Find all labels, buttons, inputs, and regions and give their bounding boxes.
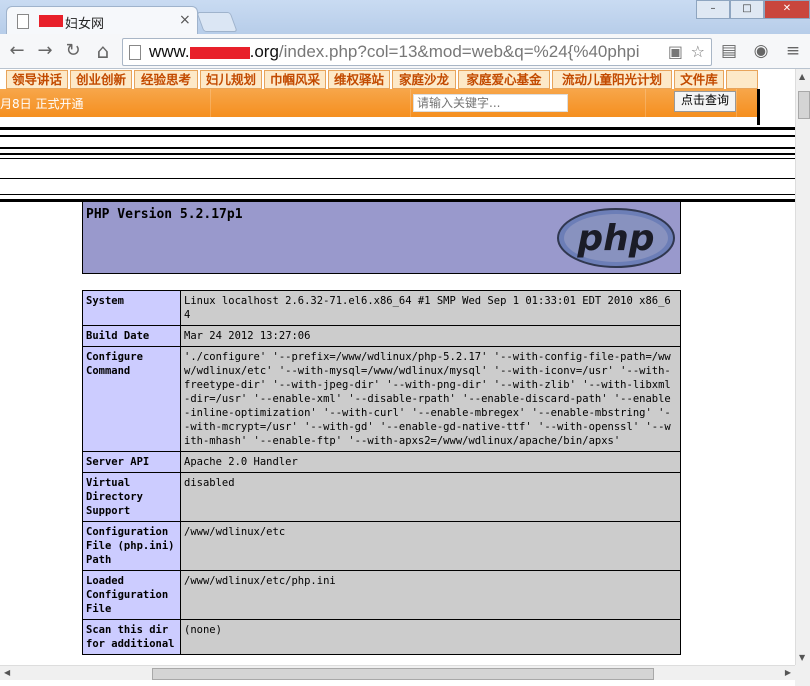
nav-item[interactable]: 家庭沙龙 bbox=[392, 70, 456, 89]
page-icon bbox=[129, 45, 141, 60]
table-row: Build Date Mar 24 2012 13:27:06 bbox=[82, 325, 681, 347]
divider bbox=[0, 127, 795, 130]
extension-icon[interactable]: ▤ bbox=[718, 40, 740, 62]
setting-value: disabled bbox=[180, 472, 681, 522]
nav-item[interactable]: 家庭爱心基金 bbox=[458, 70, 550, 89]
nav-item[interactable]: 妇儿规划 bbox=[200, 70, 262, 89]
setting-name: System bbox=[82, 290, 181, 326]
setting-value: /www/wdlinux/etc bbox=[180, 521, 681, 571]
browser-toolbar: ← → ↻ ⌂ www. .org/index.php?col=13&mod=we… bbox=[0, 34, 810, 69]
divider bbox=[0, 153, 795, 155]
phpinfo-header: PHP Version 5.2.17p1 php bbox=[82, 201, 681, 274]
nav-item[interactable]: 创业创新 bbox=[70, 70, 132, 89]
nav-item[interactable]: 巾帼风采 bbox=[264, 70, 326, 89]
divider bbox=[0, 135, 795, 137]
setting-name: Configure Command bbox=[82, 346, 181, 452]
php-logo[interactable]: php bbox=[556, 208, 676, 268]
forward-icon[interactable]: → bbox=[34, 40, 56, 62]
setting-value: './configure' '--prefix=/www/wdlinux/php… bbox=[180, 346, 681, 452]
setting-value: Apache 2.0 Handler bbox=[180, 451, 681, 473]
scroll-right-icon[interactable]: ▶ bbox=[785, 668, 791, 677]
translate-icon[interactable]: ▣ bbox=[668, 42, 683, 61]
setting-value: /www/wdlinux/etc/php.ini bbox=[180, 570, 681, 620]
scroll-up-icon[interactable]: ▲ bbox=[799, 72, 805, 81]
setting-name: Server API bbox=[82, 451, 181, 473]
divider bbox=[0, 147, 795, 149]
vertical-scrollbar[interactable]: ▲ ▼ bbox=[795, 69, 810, 665]
back-icon[interactable]: ← bbox=[6, 40, 28, 62]
setting-value: Linux localhost 2.6.32-71.el6.x86_64 #1 … bbox=[180, 290, 681, 326]
setting-value: (none) bbox=[180, 619, 681, 655]
divider bbox=[757, 89, 760, 125]
reload-icon[interactable]: ↻ bbox=[62, 40, 84, 62]
page-viewport: 领导讲话 创业创新 经验思考 妇儿规划 巾帼风采 维权驿站 家庭沙龙 家庭爱心基… bbox=[0, 69, 795, 665]
search-input[interactable] bbox=[413, 94, 568, 112]
site-nav: 领导讲话 创业创新 经验思考 妇儿规划 巾帼风采 维权驿站 家庭沙龙 家庭爱心基… bbox=[0, 69, 760, 89]
nav-item[interactable]: 流动儿童阳光计划 bbox=[552, 70, 672, 89]
table-row: Scan this dir for additional (none) bbox=[82, 619, 681, 655]
home-icon[interactable]: ⌂ bbox=[92, 40, 114, 62]
address-bar[interactable]: www. .org/index.php?col=13&mod=web&q=%24{… bbox=[122, 38, 712, 66]
minimize-button[interactable]: – bbox=[696, 0, 730, 19]
divider bbox=[0, 194, 795, 195]
redaction-mark bbox=[39, 15, 63, 27]
horizontal-scrollbar[interactable]: ◀ ▶ bbox=[0, 665, 795, 681]
tab-strip: 妇女网 × – □ ✕ bbox=[0, 0, 810, 35]
scroll-left-icon[interactable]: ◀ bbox=[4, 668, 10, 677]
setting-name: Scan this dir for additional bbox=[82, 619, 181, 655]
close-icon[interactable]: × bbox=[179, 12, 191, 28]
table-row: Virtual Directory Support disabled bbox=[82, 472, 681, 522]
url-text: www. .org/index.php?col=13&mod=web&q=%24{… bbox=[149, 42, 640, 61]
divider bbox=[0, 178, 795, 179]
window-close-button[interactable]: ✕ bbox=[764, 0, 810, 19]
redaction-mark bbox=[189, 46, 250, 59]
table-row: Server API Apache 2.0 Handler bbox=[82, 451, 681, 473]
setting-name: Configuration File (php.ini) Path bbox=[82, 521, 181, 571]
page-icon bbox=[17, 14, 29, 29]
new-tab-button[interactable] bbox=[196, 12, 238, 32]
scroll-thumb[interactable] bbox=[798, 91, 810, 119]
nav-item-more[interactable] bbox=[726, 70, 758, 89]
star-icon[interactable]: ☆ bbox=[691, 42, 705, 61]
scrollbar-corner bbox=[795, 665, 810, 686]
setting-name: Build Date bbox=[82, 325, 181, 347]
maximize-button[interactable]: □ bbox=[730, 0, 764, 19]
setting-name: Loaded Configuration File bbox=[82, 570, 181, 620]
divider bbox=[0, 158, 795, 159]
table-row: Loaded Configuration File/www/wdlinux/et… bbox=[82, 570, 681, 620]
setting-name: Virtual Directory Support bbox=[82, 472, 181, 522]
table-row: Configure Command './configure' '--prefix… bbox=[82, 346, 681, 452]
nav-item[interactable]: 经验思考 bbox=[134, 70, 198, 89]
date-notice: 月8日 正式开通 bbox=[0, 97, 84, 111]
setting-value: Mar 24 2012 13:27:06 bbox=[180, 325, 681, 347]
table-row: Configuration File (php.ini) Path/www/wd… bbox=[82, 521, 681, 571]
search-button[interactable]: 点击查询 bbox=[674, 91, 736, 112]
php-version: PHP Version 5.2.17p1 bbox=[86, 207, 243, 222]
status-strip bbox=[0, 680, 795, 686]
php-logo-text: php bbox=[576, 218, 654, 259]
nav-item[interactable]: 文件库 bbox=[674, 70, 724, 89]
browser-tab[interactable]: 妇女网 × bbox=[6, 6, 198, 35]
nav-item[interactable]: 领导讲话 bbox=[6, 70, 68, 89]
nav-item[interactable]: 维权驿站 bbox=[328, 70, 390, 89]
scroll-thumb[interactable] bbox=[152, 668, 654, 680]
globe-icon[interactable]: ◉ bbox=[750, 40, 772, 62]
menu-icon[interactable]: ≡ bbox=[782, 40, 804, 62]
tab-title: 妇女网 bbox=[65, 17, 105, 32]
site-search-bar: 月8日 正式开通 点击查询 bbox=[0, 89, 758, 119]
phpinfo-table: System Linux localhost 2.6.32-71.el6.x86_… bbox=[82, 290, 681, 655]
scroll-down-icon[interactable]: ▼ bbox=[799, 653, 805, 662]
table-row: System Linux localhost 2.6.32-71.el6.x86_… bbox=[82, 290, 681, 326]
window-controls: – □ ✕ bbox=[696, 0, 810, 19]
